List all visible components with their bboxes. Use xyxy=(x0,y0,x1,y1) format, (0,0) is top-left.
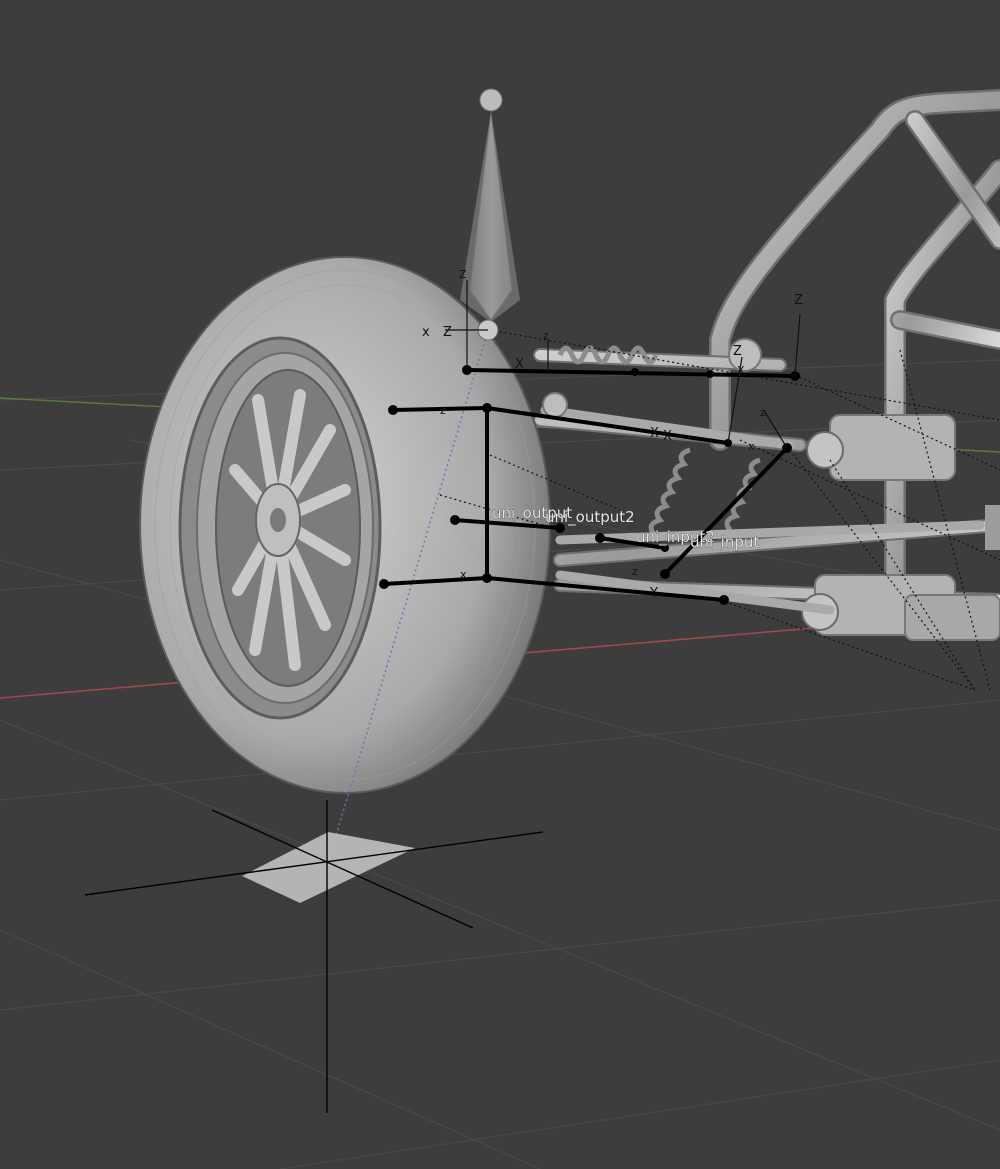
axis-z-label: Z xyxy=(443,325,452,340)
viewport-scene[interactable]: Z Z z X X x X z x Z Z z x z Y X uni_outp… xyxy=(0,0,1000,1169)
axis-z-label: Z xyxy=(733,344,742,359)
axis-y-label: Y xyxy=(649,586,658,601)
axis-x-label: X xyxy=(737,364,745,377)
3d-viewport[interactable]: Z Z z X X x X z x Z Z z x z Y X uni_outp… xyxy=(0,0,1000,1169)
chassis-frame[interactable] xyxy=(533,89,1000,641)
axis-x-label: X xyxy=(515,357,524,372)
axis-x-label: x xyxy=(748,440,755,453)
axis-x-label: x xyxy=(460,568,467,581)
axis-z-label: Z xyxy=(794,293,803,308)
bone-label-uni-output2: uni_output2 xyxy=(545,508,635,527)
bone-label-uni-input: uni_input xyxy=(690,533,759,552)
axis-x-label: X xyxy=(650,426,659,441)
axis-x-label: x xyxy=(422,325,430,340)
axis-x-label: X xyxy=(663,429,672,444)
axis-z-label: z xyxy=(632,565,638,578)
axis-z-label: Z xyxy=(459,268,467,281)
spot-light-icon[interactable] xyxy=(460,88,520,341)
axis-z-label: z xyxy=(760,406,766,419)
plain-axes-empty-icon[interactable] xyxy=(84,800,544,1113)
axis-z-label: z xyxy=(543,329,549,342)
axis-z-label: z xyxy=(440,404,446,417)
